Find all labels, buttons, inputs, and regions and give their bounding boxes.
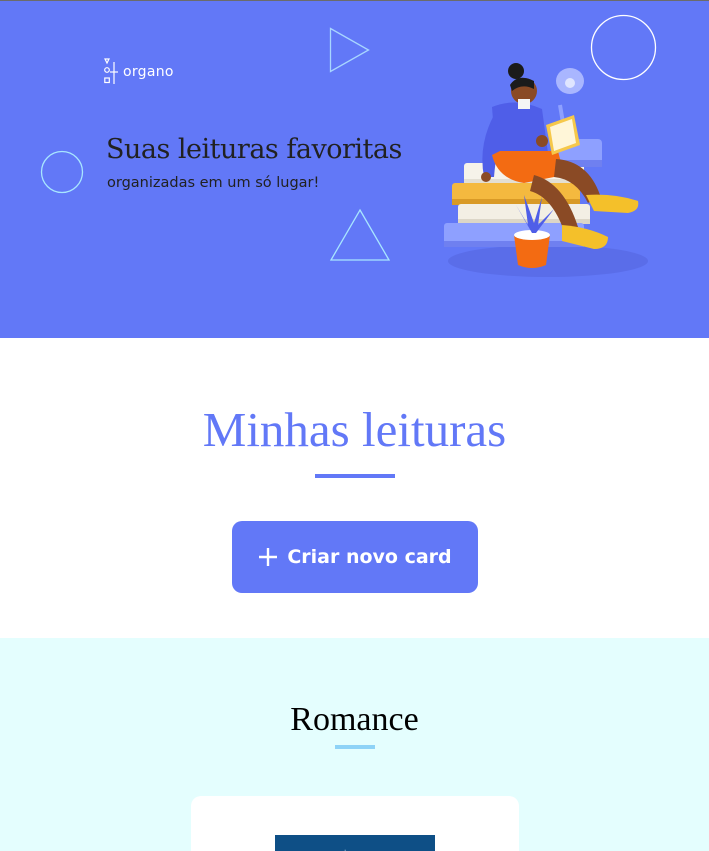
logo[interactable]: organo: [103, 58, 174, 86]
create-card-button[interactable]: Criar novo card: [232, 521, 478, 593]
reading-illustration: [444, 63, 648, 277]
hero-subtitle: organizadas em um só lugar!: [107, 175, 320, 191]
circle-small-decoration: [40, 150, 84, 194]
hero-title: Suas leituras favoritas: [106, 134, 402, 165]
triangle-up-decoration: [329, 208, 391, 261]
book-card[interactable]: [191, 796, 519, 851]
section-title-underline: [315, 474, 395, 478]
book-cover-image: [275, 835, 435, 851]
category-title: Romance: [290, 701, 419, 738]
section-title: Minhas leituras: [202, 402, 507, 457]
logo-text: organo: [123, 64, 174, 80]
category-romance: Romance: [0, 638, 709, 851]
logo-mark-icon: [104, 58, 118, 84]
triangle-right-decoration: [329, 27, 370, 73]
hero-banner: organo Suas leituras favoritas organizad…: [0, 1, 709, 338]
plus-icon: [259, 548, 278, 566]
category-title-underline: [335, 745, 375, 749]
create-card-label: Criar novo card: [287, 546, 452, 568]
